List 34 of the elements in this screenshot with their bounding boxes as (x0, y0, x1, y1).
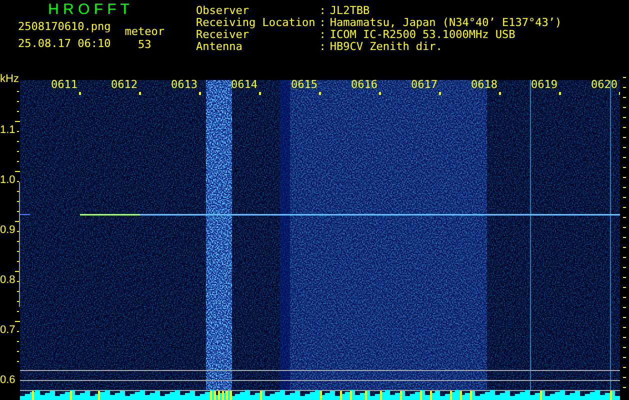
file-name: 2508170610.png (18, 20, 111, 33)
frequency-unit: kHz (0, 73, 19, 85)
frequency-label: 0.6 (0, 374, 16, 386)
info-label: Observer (196, 5, 250, 17)
time-label: 0612 (111, 79, 138, 91)
info-value: Hamamatsu, Japan (N34°40’ E137°43’) (330, 17, 562, 29)
info-value: HB9CV Zenith dir. (330, 41, 444, 53)
info-separator: : (319, 41, 326, 53)
info-label: Receiving Location (196, 17, 316, 29)
time-label: 0620 (591, 79, 618, 91)
info-value: JL2TBB (330, 5, 371, 17)
info-separator: : (319, 5, 326, 17)
frequency-label: 0.8 (0, 274, 16, 286)
info-separator: : (319, 17, 326, 29)
info-label: Antenna (196, 41, 244, 53)
frequency-label: 1.1 (0, 124, 16, 136)
time-label: 0611 (51, 79, 78, 91)
time-label: 0614 (231, 79, 258, 91)
event-label: meteor (124, 25, 164, 38)
date-time: 25.08.17 06:10 (18, 37, 111, 50)
frequency-label: 1.0 (0, 174, 16, 186)
info-label: Receiver (196, 29, 249, 41)
time-label: 0618 (471, 79, 498, 91)
app-title: H R O F F T (48, 2, 130, 18)
time-label: 0619 (531, 79, 558, 91)
time-label: 0617 (411, 79, 438, 91)
event-count: 53 (138, 38, 152, 51)
frequency-label: 0.7 (0, 324, 16, 336)
info-separator: : (319, 29, 326, 41)
time-label: 0616 (351, 79, 378, 91)
info-value: ICOM IC-R2500 53.1000MHz USB (330, 29, 516, 41)
frequency-label: 0.9 (0, 224, 16, 236)
time-label: 0613 (171, 79, 198, 91)
time-label: 0615 (291, 79, 318, 91)
